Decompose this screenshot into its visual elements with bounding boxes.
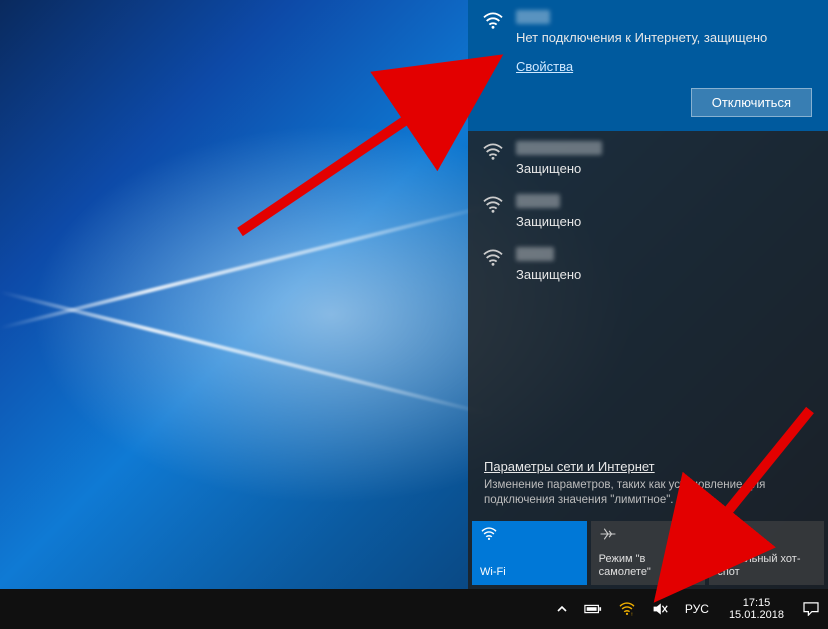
network-status-text: Нет подключения к Интернету, защищено [516,30,812,47]
tile-label: Wi-Fi [480,566,579,579]
wifi-icon [482,249,504,267]
taskbar: ! РУС 17:15 15.01.2018 [0,589,828,629]
network-flyout: Нет подключения к Интернету, защищено Св… [468,0,828,589]
tile-airplane[interactable]: Режим "в самолете" [591,521,706,585]
battery-icon[interactable] [581,589,605,629]
disconnect-button[interactable]: Отключиться [691,88,812,117]
network-settings-description: Изменение параметров, таких как установл… [484,478,812,509]
network-item[interactable]: Защищено [468,184,828,237]
quick-action-tiles: Wi-Fi Режим "в самолете" [468,521,828,589]
network-status-text: Защищено [516,161,812,178]
language-indicator[interactable]: РУС [681,602,713,616]
network-settings-link[interactable]: Параметры сети и Интернет [484,459,655,474]
tile-label: Мобильный хот-спот [717,553,816,579]
network-tray-icon[interactable]: ! [615,589,639,629]
network-status-text: Защищено [516,267,812,284]
clock-date: 15.01.2018 [729,609,784,621]
wifi-icon [480,527,579,541]
tray-overflow-chevron-icon[interactable] [553,589,571,629]
network-item-current[interactable]: Нет подключения к Интернету, защищено Св… [468,0,828,131]
tile-hotspot[interactable]: Мобильный хот-спот [709,521,824,585]
system-tray: ! РУС 17:15 15.01.2018 [553,589,822,629]
volume-muted-icon[interactable] [649,589,671,629]
taskbar-clock[interactable]: 17:15 15.01.2018 [723,597,790,621]
svg-text:!: ! [631,611,632,616]
airplane-icon [599,527,698,541]
network-status-text: Защищено [516,214,812,231]
network-properties-link[interactable]: Свойства [516,59,573,74]
wifi-icon [482,196,504,214]
network-ssid-blurred [516,10,550,24]
hotspot-icon [717,527,816,541]
wifi-icon [482,12,504,30]
network-ssid-blurred [516,194,560,208]
network-item[interactable]: Защищено [468,131,828,184]
tile-label: Режим "в самолете" [599,553,698,579]
network-ssid-blurred [516,141,602,155]
network-item[interactable]: Защищено [468,237,828,290]
action-center-icon[interactable] [800,589,822,629]
tile-wifi[interactable]: Wi-Fi [472,521,587,585]
wifi-icon [482,143,504,161]
network-ssid-blurred [516,247,554,261]
clock-time: 17:15 [729,597,784,609]
